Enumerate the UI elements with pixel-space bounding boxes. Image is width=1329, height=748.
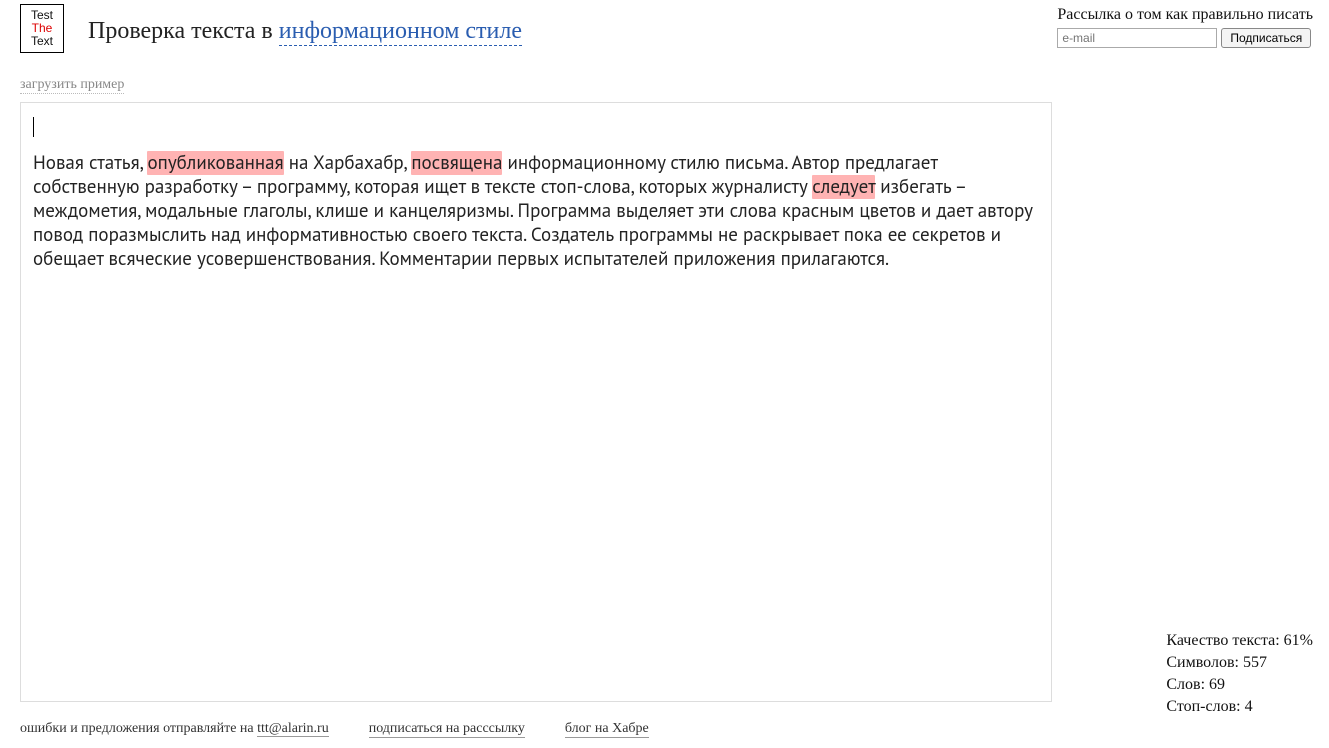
text-segment: Новая статья, — [33, 151, 147, 175]
footer-subscribe-link[interactable]: подписаться на расссылку — [369, 721, 525, 738]
logo-line-3: Text — [23, 35, 61, 48]
stat-quality: Качество текста: 61% — [1166, 630, 1313, 652]
footer-email-link[interactable]: ttt@alarin.ru — [257, 721, 329, 737]
logo[interactable]: Test The Text — [20, 4, 64, 53]
stat-stop: Стоп-слов: 4 — [1166, 696, 1313, 718]
subscribe-button[interactable]: Подписаться — [1221, 28, 1311, 48]
email-field[interactable] — [1057, 28, 1217, 48]
footer-errors: ошибки и предложения отправляйте на ttt@… — [20, 721, 329, 737]
editor-content[interactable]: Новая статья, опубликованная на Харбахаб… — [33, 151, 1039, 271]
stats-panel: Качество текста: 61% Символов: 557 Слов:… — [1166, 630, 1313, 718]
info-style-link[interactable]: информационном стиле — [279, 18, 522, 46]
footer: ошибки и предложения отправляйте на ttt@… — [20, 721, 649, 738]
stop-word-highlight: посвящена — [411, 151, 502, 175]
stat-words: Слов: 69 — [1166, 674, 1313, 696]
page-title-prefix: Проверка текста в — [88, 18, 279, 44]
stat-chars: Символов: 557 — [1166, 652, 1313, 674]
text-editor[interactable]: Новая статья, опубликованная на Харбахаб… — [20, 102, 1052, 702]
stop-word-highlight: следует — [812, 175, 875, 199]
newsletter-box: Рассылка о том как правильно писать Подп… — [1057, 6, 1313, 48]
newsletter-title: Рассылка о том как правильно писать — [1057, 6, 1313, 24]
footer-blog-link[interactable]: блог на Хабре — [565, 721, 649, 738]
page-title: Проверка текста в информационном стиле — [88, 4, 522, 45]
stop-word-highlight: опубликованная — [147, 151, 283, 175]
text-segment: на Харбахабр, — [284, 151, 412, 175]
load-example-link[interactable]: загрузить пример — [20, 77, 124, 94]
newsletter-form: Подписаться — [1057, 28, 1313, 48]
caret-icon — [33, 117, 34, 137]
